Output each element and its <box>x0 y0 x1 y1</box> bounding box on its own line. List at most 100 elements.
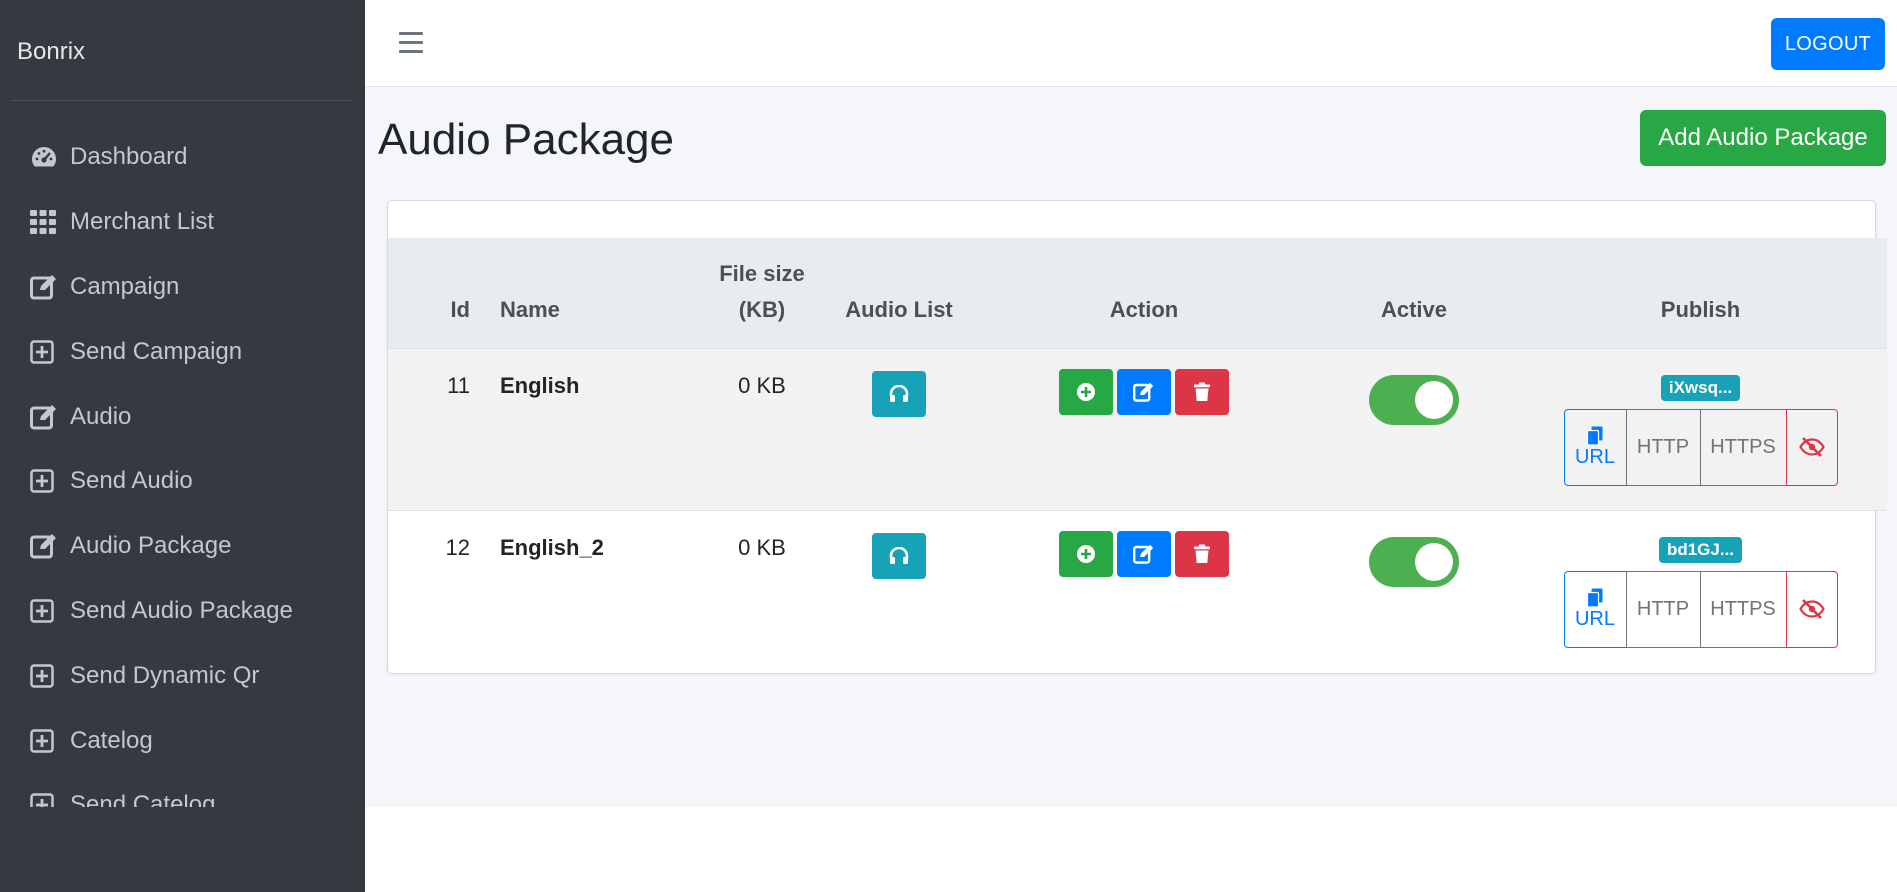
column-header-file-size-line1: File size <box>719 260 805 286</box>
sidebar-item-merchant-list[interactable]: Merchant List <box>0 190 365 255</box>
edit-icon <box>1133 382 1154 402</box>
grid-icon <box>30 208 62 236</box>
publish-code-badge: bd1GJ... <box>1658 536 1743 563</box>
sidebar-item-label: Merchant List <box>70 208 215 236</box>
edit-button[interactable] <box>1117 368 1171 415</box>
cell-publish: iXwsq... URL HTTP HTTPS <box>1514 348 1887 510</box>
http-button[interactable]: HTTP <box>1625 570 1701 648</box>
table-row: 11 English 0 KB iXwsq... URL HTTP HTTPS <box>388 348 1887 510</box>
unpublish-button[interactable] <box>1785 408 1838 486</box>
add-audio-button[interactable] <box>1059 368 1113 415</box>
audio-package-table: Id Name File size (KB) Audio List Action… <box>388 238 1887 672</box>
top-navbar: LOGOUT <box>365 0 1897 87</box>
https-button[interactable]: HTTPS <box>1699 570 1787 648</box>
plus-square-icon <box>30 597 62 625</box>
url-label: URL <box>1574 607 1615 630</box>
sidebar-item-label: Campaign <box>70 272 180 300</box>
audio-package-card: Id Name File size (KB) Audio List Action… <box>387 200 1887 674</box>
column-header-action: Action <box>1109 296 1179 322</box>
https-button[interactable]: HTTPS <box>1699 408 1787 486</box>
add-audio-button[interactable] <box>1059 530 1113 577</box>
trash-icon <box>1194 382 1210 401</box>
cell-name: English_2 <box>500 534 604 560</box>
edit-icon <box>30 403 62 431</box>
plus-circle-icon <box>1077 544 1095 563</box>
plus-square-icon <box>30 791 62 807</box>
plus-square-icon <box>30 662 62 690</box>
active-toggle[interactable] <box>1369 374 1459 425</box>
column-header-id[interactable]: Id <box>388 238 488 348</box>
publish-button-group: URL HTTP HTTPS <box>1563 408 1838 486</box>
content-area: Audio Package Add Audio Package Id Name … <box>365 87 1897 807</box>
column-header-active[interactable]: Active <box>1314 238 1514 348</box>
brand-name[interactable]: Bonrix <box>17 38 85 66</box>
edit-icon <box>30 532 62 560</box>
sidebar-item-catelog[interactable]: Catelog <box>0 708 365 773</box>
sidebar-item-label: Send Campaign <box>70 337 243 365</box>
publish-code-badge: iXwsq... <box>1660 374 1741 401</box>
sidebar-item-send-dynamic-qr[interactable]: Send Dynamic Qr <box>0 643 365 708</box>
cell-name: English <box>500 372 580 398</box>
http-button[interactable]: HTTP <box>1625 408 1701 486</box>
publish-button-group: URL HTTP HTTPS <box>1563 570 1838 648</box>
cell-action <box>974 348 1314 510</box>
sidebar-item-campaign[interactable]: Campaign <box>0 255 365 320</box>
sidebar-item-label: Audio <box>70 402 132 430</box>
sidebar-item-send-audio[interactable]: Send Audio <box>0 449 365 514</box>
column-header-name[interactable]: Name <box>488 238 700 348</box>
eye-slash-icon <box>1798 599 1825 619</box>
sidebar-item-label: Catelog <box>70 726 153 754</box>
cell-file-size: 0 KB <box>738 372 786 398</box>
edit-button[interactable] <box>1117 530 1171 577</box>
sidebar-divider <box>12 100 353 101</box>
delete-button[interactable] <box>1175 530 1229 577</box>
cell-active <box>1314 348 1514 510</box>
page-title: Audio Package <box>378 115 674 164</box>
active-toggle[interactable] <box>1369 536 1459 587</box>
copy-url-button[interactable]: URL <box>1563 408 1627 486</box>
sidebar-item-label: Send Audio Package <box>70 596 293 624</box>
edit-icon <box>1133 544 1154 564</box>
plus-square-icon <box>30 467 62 495</box>
sidebar-item-send-campaign[interactable]: Send Campaign <box>0 319 365 384</box>
copy-url-button[interactable]: URL <box>1563 570 1627 648</box>
sidebar-item-label: Send Catelog <box>70 791 216 807</box>
publish-block: bd1GJ... URL HTTP HTTPS <box>1515 536 1886 648</box>
column-header-file-size[interactable]: File size (KB) <box>700 238 824 348</box>
sidebar-item-send-audio-package[interactable]: Send Audio Package <box>0 579 365 644</box>
column-header-publish: Publish <box>1660 296 1741 322</box>
cell-id: 12 <box>445 534 470 560</box>
action-button-group <box>1059 368 1229 415</box>
sidebar-item-label: Send Audio <box>70 467 193 495</box>
headphones-icon <box>889 384 909 402</box>
eye-slash-icon <box>1798 437 1825 457</box>
trash-icon <box>1194 544 1210 563</box>
sidebar-item-send-catelog[interactable]: Send Catelog <box>0 773 365 807</box>
logout-button[interactable]: LOGOUT <box>1771 18 1885 70</box>
sidebar: Bonrix Dashboard Merchant List Campaign … <box>0 0 365 892</box>
hamburger-menu-icon[interactable] <box>399 32 423 54</box>
sidebar-item-dashboard[interactable]: Dashboard <box>0 125 365 190</box>
audio-list-button[interactable] <box>872 370 926 417</box>
sidebar-item-audio[interactable]: Audio <box>0 384 365 449</box>
edit-icon <box>30 273 62 301</box>
tachometer-icon <box>30 143 62 171</box>
unpublish-button[interactable] <box>1785 570 1838 648</box>
sidebar-item-audio-package[interactable]: Audio Package <box>0 514 365 579</box>
cell-id: 11 <box>447 372 470 398</box>
add-audio-package-button[interactable]: Add Audio Package <box>1640 110 1886 166</box>
cell-active <box>1314 510 1514 672</box>
column-header-file-size-line2: (KB) <box>738 296 786 322</box>
cell-publish: bd1GJ... URL HTTP HTTPS <box>1514 510 1887 672</box>
toggle-knob <box>1415 542 1453 581</box>
column-header-audio-list[interactable]: Audio List <box>824 238 974 348</box>
sidebar-item-label: Send Dynamic Qr <box>70 661 260 689</box>
cell-audio-list <box>824 510 974 672</box>
sidebar-item-label: Audio Package <box>70 532 232 560</box>
delete-button[interactable] <box>1175 368 1229 415</box>
table-header-row: Id Name File size (KB) Audio List Action… <box>388 238 1887 348</box>
plus-square-icon <box>30 338 62 366</box>
cell-audio-list <box>824 348 974 510</box>
url-label: URL <box>1574 445 1615 468</box>
audio-list-button[interactable] <box>872 532 926 579</box>
